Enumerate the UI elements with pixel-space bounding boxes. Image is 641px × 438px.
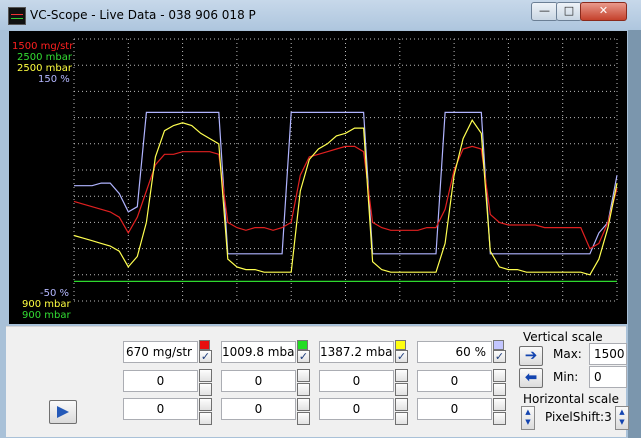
scale-label-boost-bottom: 900 mbar xyxy=(22,310,71,321)
channel-12-color-box[interactable] xyxy=(493,398,506,411)
scale-label-pressure-top: 2500 mbar xyxy=(17,63,72,74)
scope-trace-2 xyxy=(73,145,618,250)
scale-label-duty-top: 150 % xyxy=(38,74,70,85)
scope-traces xyxy=(73,111,618,282)
channel-8-value[interactable]: 0 xyxy=(417,370,492,392)
pixelshift-spinner-left[interactable]: ▲ ▼ xyxy=(521,406,535,430)
min-input[interactable]: 0 xyxy=(589,366,627,388)
horizontal-scale-title: Horizontal scale xyxy=(523,392,620,406)
min-label: Min: xyxy=(553,370,579,384)
scale-label-pressure-bottom: 900 mbar xyxy=(22,299,71,310)
scope-plot xyxy=(73,38,618,302)
channel-8-color-box[interactable] xyxy=(493,369,506,382)
channel-12-value[interactable]: 0 xyxy=(417,398,492,420)
title-bar[interactable]: VC-Scope - Live Data - 038 906 018 P — □… xyxy=(0,0,641,30)
channel-10-checkbox[interactable] xyxy=(297,412,310,425)
channel-7-checkbox[interactable] xyxy=(395,383,408,396)
arrow-left-icon[interactable]: ⬅ xyxy=(519,368,543,388)
channel-2-value: 1009.8 mbar xyxy=(221,341,296,363)
vertical-scale-title: Vertical scale xyxy=(523,330,603,344)
channel-7-value[interactable]: 0 xyxy=(319,370,394,392)
scale-label-boost-top: 2500 mbar xyxy=(17,52,72,63)
channel-5-checkbox[interactable] xyxy=(199,383,212,396)
scale-label-fuel-top: 1500 mg/str xyxy=(12,41,74,52)
window-border xyxy=(628,30,641,438)
channel-2-checkbox[interactable]: ✓ xyxy=(297,350,310,363)
channel-10-value[interactable]: 0 xyxy=(221,398,296,420)
channel-11-value[interactable]: 0 xyxy=(319,398,394,420)
channel-6-color-box[interactable] xyxy=(297,369,310,382)
channel-11-checkbox[interactable] xyxy=(395,412,408,425)
oscilloscope-display: 1500 mg/str 2500 mbar 2500 mbar 150 % -5… xyxy=(9,31,627,324)
app-icon xyxy=(8,7,26,25)
pixelshift-spinner-right[interactable]: ▲ ▼ xyxy=(615,406,629,430)
max-label: Max: xyxy=(553,347,582,361)
channel-4-value: 60 % xyxy=(417,341,492,363)
channel-10-color-box[interactable] xyxy=(297,398,310,411)
window-title: VC-Scope - Live Data - 038 906 018 P xyxy=(30,8,256,22)
scale-label-duty-bottom: -50 % xyxy=(40,288,70,299)
channel-1-value: 670 mg/str xyxy=(123,341,198,363)
maximize-button[interactable]: □ xyxy=(556,2,582,21)
channel-5-color-box[interactable] xyxy=(199,369,212,382)
channel-4-color[interactable] xyxy=(493,340,504,350)
channel-8-checkbox[interactable] xyxy=(493,383,506,396)
channel-6-value[interactable]: 0 xyxy=(221,370,296,392)
channel-12-checkbox[interactable] xyxy=(493,412,506,425)
max-input[interactable]: 1500 xyxy=(589,343,627,365)
channel-11-color-box[interactable] xyxy=(395,398,408,411)
channel-3-checkbox[interactable]: ✓ xyxy=(395,350,408,363)
close-button[interactable]: ✕ xyxy=(580,2,627,21)
channel-9-color-box[interactable] xyxy=(199,398,212,411)
play-button[interactable] xyxy=(49,400,77,424)
channel-2-color[interactable] xyxy=(297,340,308,350)
pixelshift-value: PixelShift:3 xyxy=(545,410,612,424)
channel-4-checkbox[interactable]: ✓ xyxy=(493,350,506,363)
minimize-button[interactable]: — xyxy=(531,2,558,21)
channel-1-color[interactable] xyxy=(199,340,210,350)
channel-6-checkbox[interactable] xyxy=(297,383,310,396)
channel-3-color[interactable] xyxy=(395,340,406,350)
vc-scope-window: VC-Scope - Live Data - 038 906 018 P — □… xyxy=(0,0,641,438)
channel-9-value[interactable]: 0 xyxy=(123,398,198,420)
channel-5-value[interactable]: 0 xyxy=(123,370,198,392)
channel-7-color-box[interactable] xyxy=(395,369,408,382)
arrow-right-icon[interactable]: ➔ xyxy=(519,346,543,366)
scope-grid xyxy=(73,38,618,302)
channel-9-checkbox[interactable] xyxy=(199,412,212,425)
channel-1-checkbox[interactable]: ✓ xyxy=(199,350,212,363)
channel-3-value: 1387.2 mbar xyxy=(319,341,394,363)
